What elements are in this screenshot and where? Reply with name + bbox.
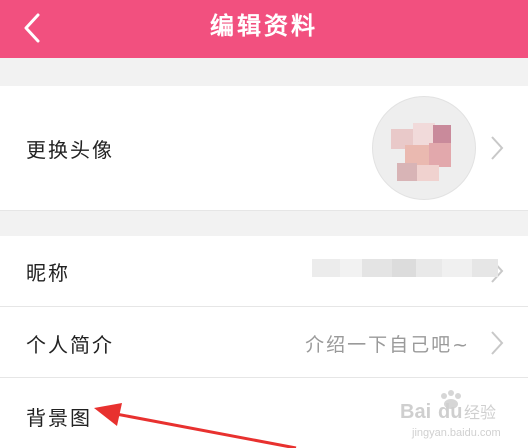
baidu-watermark-logo: Bai du 经验 jingyan.baidu.com xyxy=(400,390,501,439)
svg-text:du: du xyxy=(438,401,462,423)
annotation-arrow xyxy=(94,403,297,448)
svg-text:jingyan.baidu.com: jingyan.baidu.com xyxy=(411,427,501,439)
svg-text:经验: 经验 xyxy=(464,403,496,422)
svg-text:Bai: Bai xyxy=(400,401,431,423)
